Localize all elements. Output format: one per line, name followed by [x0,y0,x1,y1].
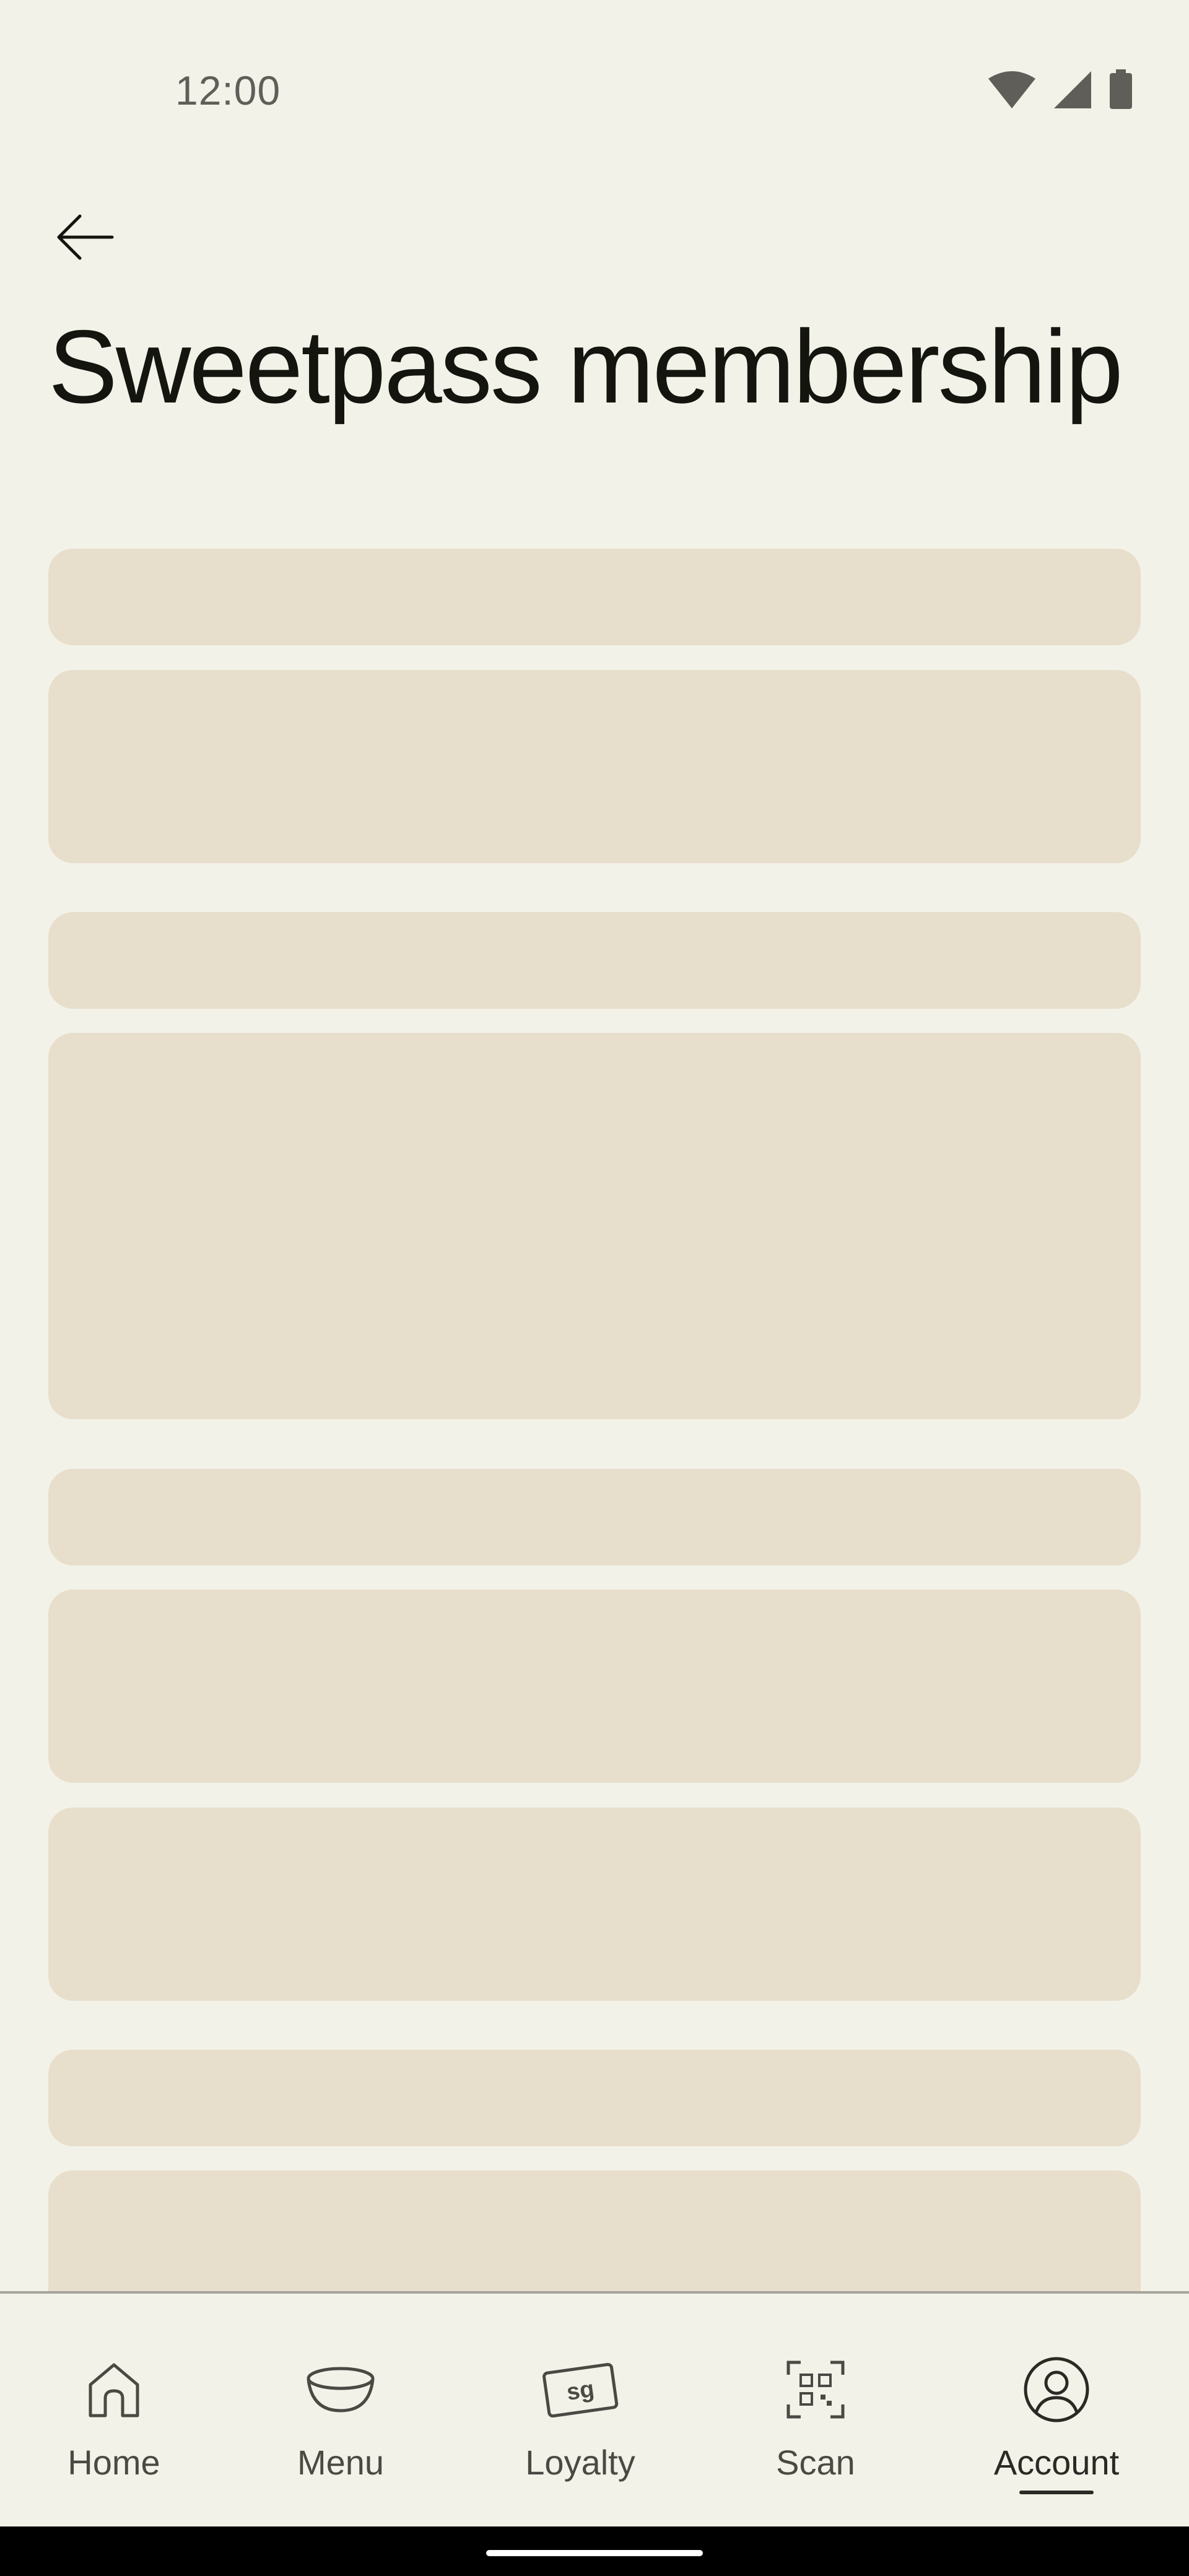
battery-icon [1108,69,1133,113]
skeleton-placeholder [48,2050,1141,2146]
skeleton-placeholder [48,670,1141,863]
svg-text:sg: sg [565,2376,596,2406]
nav-label-menu: Menu [297,2443,385,2482]
nav-item-account[interactable]: Account [964,2294,1149,2529]
wifi-icon [987,70,1037,113]
skeleton-placeholder [48,1469,1141,1565]
status-icons [987,69,1133,113]
skeleton-placeholder [48,1808,1141,2001]
back-button[interactable] [45,198,125,279]
account-icon [1016,2349,1097,2430]
bottom-nav: Home Menu sg Loyalty Scan Account [0,2291,1189,2529]
selected-indicator [1019,2491,1094,2494]
page-title: Sweetpass membership [48,308,1123,425]
sg-card-icon: sg [540,2349,621,2430]
nav-item-menu[interactable]: Menu [248,2294,433,2529]
status-time: 12:00 [175,67,281,113]
skeleton-placeholder [48,912,1141,1009]
qr-scan-icon [775,2349,856,2430]
skeleton-placeholder [48,549,1141,645]
nav-label-account: Account [993,2443,1120,2482]
home-icon [74,2349,154,2430]
arrow-left-icon [55,212,115,265]
system-gesture-bar [0,2526,1189,2576]
nav-label-scan: Scan [776,2443,855,2482]
nav-label-loyalty: Loyalty [525,2443,635,2482]
signal-icon [1053,70,1092,113]
bowl-icon [300,2349,381,2430]
nav-item-scan[interactable]: Scan [723,2294,908,2529]
nav-label-home: Home [68,2443,160,2482]
nav-item-loyalty[interactable]: sg Loyalty [487,2294,673,2529]
skeleton-placeholder [48,1590,1141,1783]
status-bar: 12:00 [0,0,1189,186]
home-gesture-handle[interactable] [486,2550,703,2556]
nav-item-home[interactable]: Home [21,2294,207,2529]
skeleton-placeholder [48,1033,1141,1419]
